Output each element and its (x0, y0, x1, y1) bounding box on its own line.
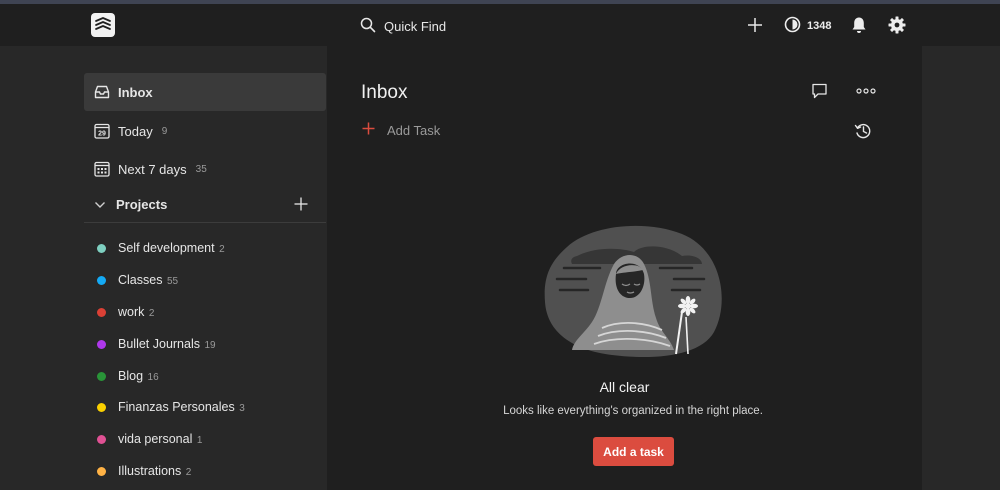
plus-icon (362, 122, 375, 138)
add-task-row[interactable]: Add Task (362, 122, 440, 138)
search-icon (360, 17, 376, 36)
sidebar-item-inbox[interactable]: Inbox (84, 73, 326, 111)
project-color-dot (97, 434, 106, 444)
add-task-plus-icon[interactable] (744, 14, 766, 36)
empty-state-subtitle: Looks like everything's organized in the… (503, 405, 763, 417)
project-count: 2 (148, 308, 155, 319)
sidebar-item-count: 9 (161, 125, 168, 137)
project-label: Classes (118, 273, 163, 287)
calendar-week-icon (94, 161, 110, 177)
chevron-down-icon[interactable] (94, 197, 106, 212)
sidebar-item-label: Inbox (118, 84, 153, 100)
add-a-task-button[interactable]: Add a task (593, 437, 674, 466)
calendar-today-icon: 29 (94, 123, 110, 139)
project-label: vida personal (118, 432, 193, 446)
project-label: Bullet Journals (118, 337, 200, 351)
project-item-bullet-journals[interactable]: Bullet Journals 19 (84, 329, 326, 359)
projects-label: Projects (116, 197, 168, 212)
project-label: Self development (118, 241, 215, 255)
karma-icon (784, 16, 801, 36)
project-count: 2 (219, 244, 225, 255)
project-item-blog[interactable]: Blog 16 (84, 361, 326, 391)
project-item-illustrations[interactable]: Illustrations 2 (84, 456, 326, 486)
projects-header[interactable]: Projects (84, 187, 326, 223)
inbox-tray-icon (94, 84, 110, 100)
add-project-plus-icon[interactable] (294, 197, 308, 214)
project-count: 1 (196, 435, 203, 446)
main-content: Inbox Add Task All clear Looks like ever… (327, 46, 922, 490)
project-color-dot (97, 371, 106, 381)
top-bar: Quick Find 1348 (0, 4, 1000, 46)
sidebar-item-count: 35 (195, 163, 207, 175)
app-logo-icon[interactable] (91, 13, 115, 37)
project-color-dot (97, 275, 106, 285)
project-color-dot (97, 402, 106, 412)
project-count: 55 (166, 276, 179, 287)
sidebar: Inbox 29 Today 9 Next 7 days 35 Projects… (0, 46, 327, 490)
project-item-finanzas-personales[interactable]: Finanzas Personales 3 (84, 392, 326, 422)
project-count: 3 (239, 403, 245, 414)
project-item-self-development[interactable]: Self development 2 (84, 233, 326, 263)
notifications-bell-icon[interactable] (848, 14, 870, 36)
project-count: 16 (147, 372, 159, 383)
project-label: Blog (118, 369, 144, 383)
sidebar-item-today[interactable]: 29 Today 9 (84, 112, 326, 150)
project-color-dot (97, 466, 106, 476)
project-item-vida-personal[interactable]: vida personal 1 (84, 424, 326, 454)
sidebar-item-label: Today (118, 123, 153, 139)
project-color-dot (97, 307, 106, 317)
karma-points: 1348 (807, 20, 832, 32)
empty-state-title: All clear (599, 379, 650, 395)
activity-history-icon[interactable] (852, 120, 874, 142)
project-color-dot (97, 243, 106, 253)
search-placeholder[interactable]: Quick Find (384, 19, 446, 34)
svg-text:29: 29 (98, 131, 106, 138)
project-label: Illustrations (118, 464, 182, 478)
project-label: work (118, 305, 145, 319)
project-color-dot (97, 339, 106, 349)
karma-productivity[interactable]: 1348 (784, 16, 831, 36)
project-item-work[interactable]: work 2 (84, 297, 326, 327)
all-clear-illustration (544, 225, 722, 358)
add-task-label: Add Task (387, 122, 441, 138)
settings-gear-icon[interactable] (886, 14, 908, 36)
page-title: Inbox (361, 82, 408, 103)
project-label: Finanzas Personales (118, 400, 235, 414)
project-count: 19 (204, 340, 216, 351)
sidebar-item-next-7-days[interactable]: Next 7 days 35 (84, 150, 326, 188)
comment-icon[interactable] (808, 80, 830, 102)
more-options-icon[interactable] (855, 80, 877, 102)
sidebar-item-label: Next 7 days (118, 161, 187, 177)
project-count: 2 (185, 467, 192, 478)
quick-find[interactable]: Quick Find (360, 14, 446, 38)
project-item-classes[interactable]: Classes 55 (84, 265, 326, 295)
